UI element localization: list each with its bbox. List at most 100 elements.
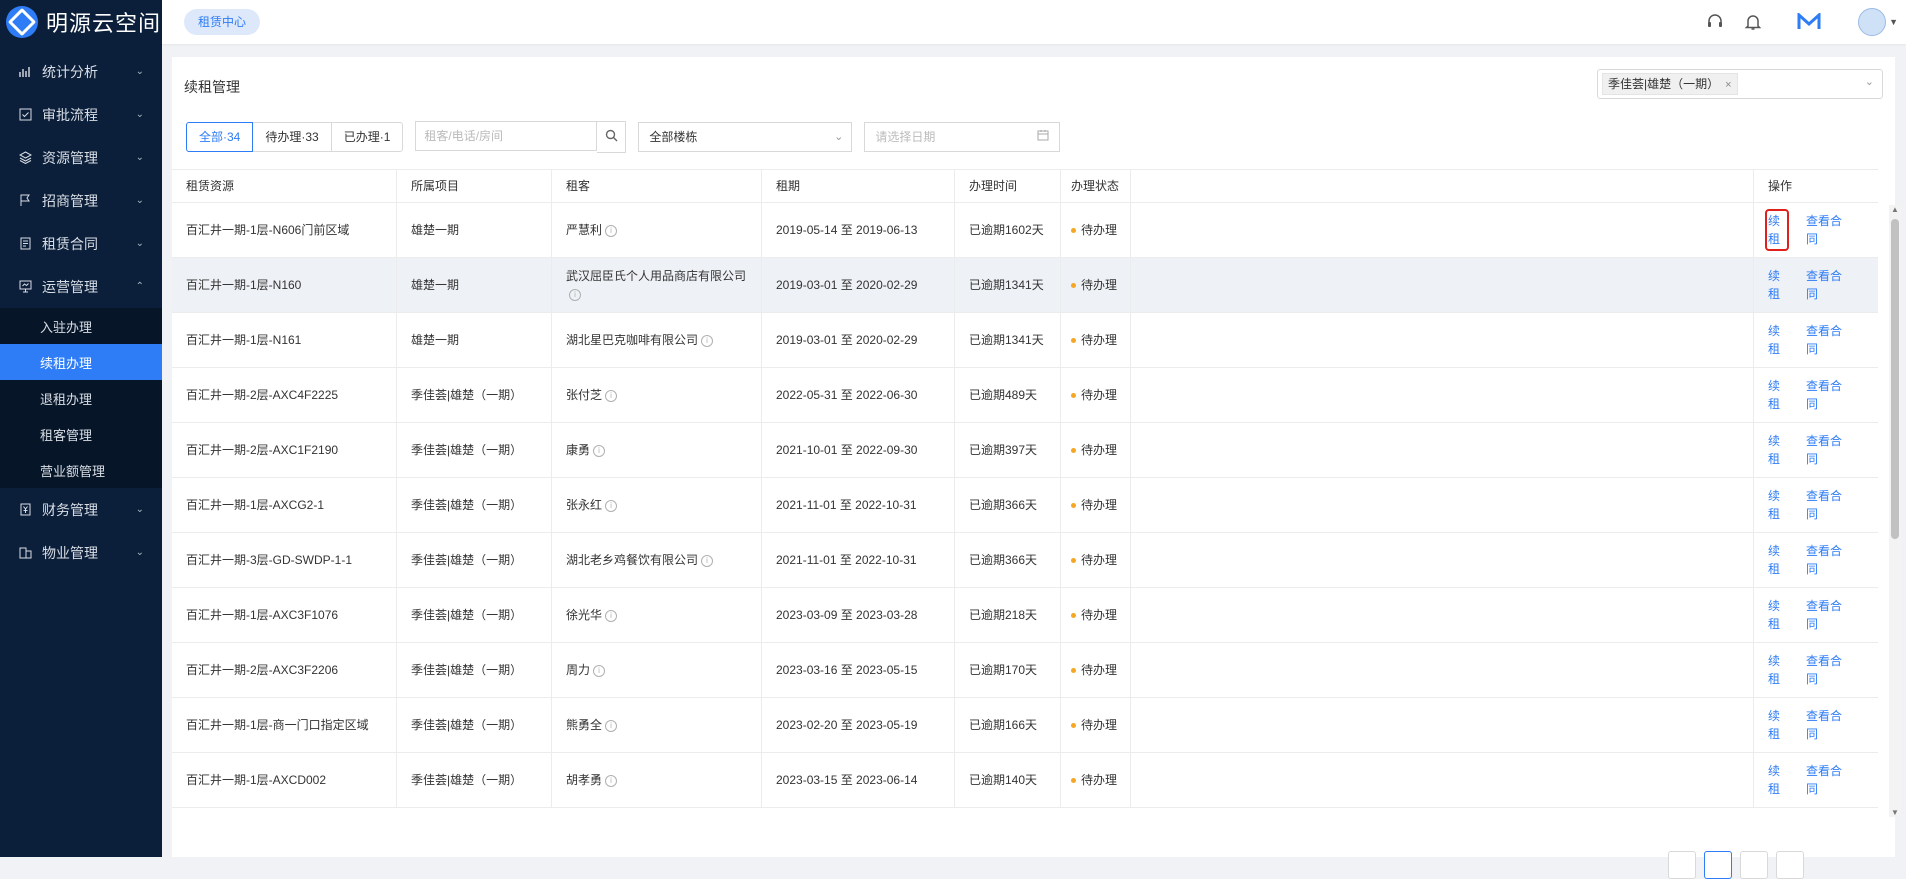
resource-text: 百汇井一期-2层-AXC1F2190 [186,443,339,457]
main-card: 续租管理 季佳荟|雄楚（一期） × ⌄ 全部·34 待办理·33 已办理·1 租客… [172,57,1901,857]
project-text: 季佳荟|雄楚（一期） [411,388,523,402]
info-icon[interactable]: i [701,554,714,567]
view-contract-link[interactable]: 查看合同 [1806,707,1850,743]
info-icon[interactable]: i [605,389,618,402]
sidebar-subitem-checkin[interactable]: 入驻办理 [0,308,162,344]
page-button[interactable] [1740,851,1768,879]
cell-tenant: 湖北老乡鸡餐饮有限公司 i [552,533,762,587]
building-select[interactable]: 全部楼栋 ⌄ [638,122,853,152]
renew-link[interactable]: 续租 [1768,542,1786,578]
renew-link[interactable]: 续租 [1768,267,1786,303]
project-text: 季佳荟|雄楚（一期） [411,498,523,512]
cell-tenant: 武汉屈臣氏个人用品商店有限公司 i [552,258,762,312]
view-contract-link[interactable]: 查看合同 [1806,652,1850,688]
cell-resource: 百汇井一期-2层-AXC4F2225 [172,368,397,422]
page-current-button[interactable] [1704,851,1732,879]
view-contract-link[interactable]: 查看合同 [1806,432,1850,468]
cell-time: 已逾期1341天 [955,258,1061,312]
tab-done[interactable]: 已办理·1 [330,122,404,152]
tab-pending[interactable]: 待办理·33 [252,122,332,152]
scroll-down-icon[interactable]: ▼ [1891,808,1899,817]
chip-close-icon[interactable]: × [1725,79,1731,91]
renew-link[interactable]: 续租 [1768,707,1786,743]
col-header-time: 办理时间 [955,170,1061,202]
sidebar-item-label: 资源管理 [42,149,98,166]
m-logo-icon[interactable] [1790,0,1828,44]
status-dot-icon [1071,777,1076,783]
renew-link[interactable]: 续租 [1768,597,1786,633]
cell-status: 待办理 [1061,753,1131,807]
page-prev-button[interactable] [1668,851,1696,879]
scroll-up-icon[interactable]: ▲ [1891,205,1899,214]
project-select[interactable]: 季佳荟|雄楚（一期） × ⌄ [1597,69,1883,99]
view-contract-link[interactable]: 查看合同 [1806,487,1850,523]
renew-link[interactable]: 续租 [1768,377,1786,413]
info-icon[interactable]: i [605,774,618,787]
sidebar-item-finance[interactable]: 财务管理 ⌄ [0,488,162,531]
view-contract-link[interactable]: 查看合同 [1806,267,1850,303]
renew-link[interactable]: 续租 [1768,322,1786,358]
renew-link[interactable]: 续租 [1768,432,1786,468]
date-picker[interactable]: 请选择日期 [864,122,1061,152]
col-header-tenant: 租客 [552,170,762,202]
info-icon[interactable]: i [605,224,618,237]
center-tag[interactable]: 租赁中心 [184,9,261,35]
term-text: 2022-05-31 至 2022-06-30 [776,388,918,402]
cell-spacer [1131,368,1754,422]
renew-link[interactable]: 续租 [1768,762,1786,798]
search-input[interactable]: 租客/电话/房间 [415,121,598,151]
info-icon[interactable]: i [605,499,618,512]
table-scrollbar[interactable]: ▲ ▼ [1889,205,1901,817]
sidebar-item-leasing[interactable]: 招商管理 ⌄ [0,179,162,222]
info-icon[interactable]: i [569,288,581,301]
table-header: 租赁资源 所属项目 租客 租期 办理时间 办理状态 操作 [172,169,1878,203]
resource-text: 百汇井一期-3层-GD-SWDP-1-1 [186,553,353,567]
search-icon [605,129,618,145]
info-icon[interactable]: i [593,444,606,457]
view-contract-link[interactable]: 查看合同 [1806,377,1850,413]
info-icon[interactable]: i [701,334,714,347]
info-icon[interactable]: i [605,719,618,732]
info-icon[interactable]: i [593,664,606,677]
sidebar-item-resources[interactable]: 资源管理 ⌄ [0,136,162,179]
cell-term: 2021-11-01 至 2022-10-31 [762,533,955,587]
project-text: 雄楚一期 [411,278,460,292]
caret-down-icon[interactable]: ▼ [1889,17,1898,27]
view-contract-link[interactable]: 查看合同 [1806,542,1850,578]
view-contract-link[interactable]: 查看合同 [1806,212,1850,248]
sidebar-item-contracts[interactable]: 租赁合同 ⌄ [0,222,162,265]
sidebar-item-approval[interactable]: 审批流程 ⌄ [0,93,162,136]
project-text: 雄楚一期 [411,223,460,237]
renew-link[interactable]: 续租 [1765,209,1789,251]
status-dot-icon [1071,337,1076,343]
brand[interactable]: 明源云空间 [0,0,162,44]
scrollbar-thumb[interactable] [1891,219,1899,539]
bell-icon[interactable] [1734,0,1772,44]
info-icon[interactable]: i [605,609,618,622]
sidebar-subitem-checkout[interactable]: 退租办理 [0,380,162,416]
page-next-button[interactable] [1776,851,1804,879]
resource-text: 百汇井一期-2层-AXC3F2206 [186,663,339,677]
headset-icon[interactable] [1696,0,1734,44]
cell-time: 已逾期140天 [955,753,1061,807]
sidebar-subitem-tenants[interactable]: 租客管理 [0,416,162,452]
cell-project: 季佳荟|雄楚（一期） [397,643,552,697]
view-contract-link[interactable]: 查看合同 [1806,762,1850,798]
sidebar-subitem-renewal[interactable]: 续租办理 [0,344,162,380]
view-contract-link[interactable]: 查看合同 [1806,597,1850,633]
renew-link[interactable]: 续租 [1768,652,1786,688]
tab-all[interactable]: 全部·34 [186,122,254,152]
table-body: 百汇井一期-1层-N606门前区域 雄楚一期 严慧利 i 2019-05-14 至 20… [172,203,1878,808]
cell-tenant: 徐光华 i [552,588,762,642]
renew-link[interactable]: 续租 [1768,487,1786,523]
sidebar-item-property[interactable]: 物业管理 ⌄ [0,531,162,574]
sidebar-item-operations[interactable]: 运营管理 ⌃ [0,265,162,308]
table-row: 百汇井一期-1层-N161 雄楚一期 湖北星巴克咖啡有限公司 i 2019-03-01 … [172,313,1878,368]
sidebar-item-stats[interactable]: 统计分析 ⌄ [0,50,162,93]
view-contract-link[interactable]: 查看合同 [1806,322,1850,358]
avatar[interactable] [1858,8,1887,36]
cell-actions: 续租 查看合同 [1754,368,1878,422]
sidebar-subitem-revenue[interactable]: 营业额管理 [0,452,162,488]
search-button[interactable] [597,121,627,153]
cell-spacer [1131,313,1754,367]
